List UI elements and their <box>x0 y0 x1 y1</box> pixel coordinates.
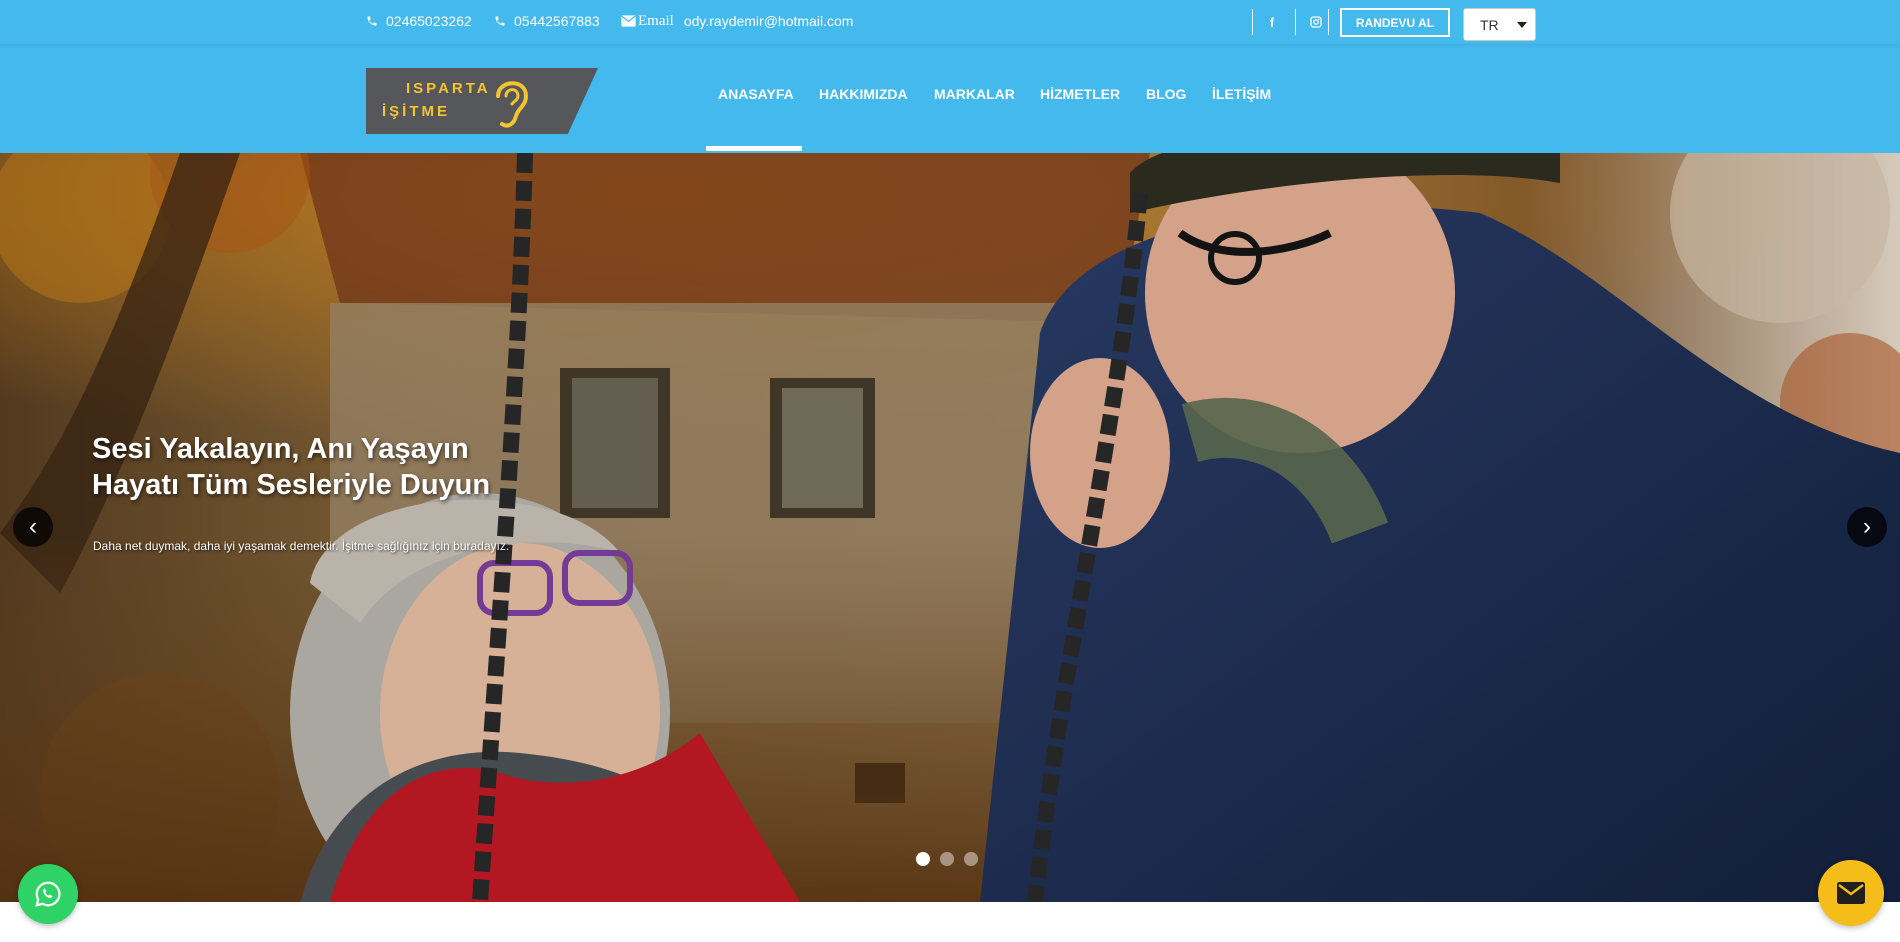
whatsapp-button[interactable] <box>18 864 78 924</box>
nav-blog[interactable]: BLOG <box>1146 86 1186 102</box>
email-address: ody.raydemir@hotmail.com <box>683 13 854 29</box>
instagram-glyph <box>1310 16 1322 28</box>
envelope-icon <box>621 15 636 27</box>
slider-prev-button[interactable]: ‹ <box>13 507 53 547</box>
main-header: ISPARTA İŞİTME ANASAYFA HAKKIMIZDA MARKA… <box>0 44 1900 153</box>
email-contact[interactable]: Email ody.raydemir@hotmail.com <box>621 0 853 42</box>
nav-iletisim[interactable]: İLETİŞİM <box>1212 86 1271 102</box>
phone-1[interactable]: 02465023262 <box>366 0 472 42</box>
site-logo[interactable]: ISPARTA İŞİTME <box>366 68 598 134</box>
phone-2[interactable]: 05442567883 <box>494 0 600 42</box>
slider-dot-1[interactable] <box>916 852 930 866</box>
appointment-button[interactable]: RANDEVU AL <box>1340 8 1450 37</box>
chevron-right-icon: › <box>1863 513 1871 540</box>
facebook-glyph: f <box>1269 14 1275 30</box>
logo-background <box>366 68 598 134</box>
nav-hizmetler[interactable]: HİZMETLER <box>1040 86 1120 102</box>
divider <box>1295 9 1296 35</box>
phone-icon <box>495 16 505 26</box>
nav-markalar[interactable]: MARKALAR <box>934 86 1015 102</box>
instagram-icon[interactable] <box>1306 12 1326 32</box>
language-value: TR <box>1480 16 1499 33</box>
active-nav-indicator <box>706 146 802 151</box>
slider-dot-2[interactable] <box>940 852 954 866</box>
slider-next-button[interactable]: › <box>1847 507 1887 547</box>
divider <box>1328 9 1329 35</box>
logo-text-line1: ISPARTA <box>406 80 491 97</box>
chevron-down-icon <box>1517 22 1527 28</box>
divider <box>1252 9 1253 35</box>
slider-dot-3[interactable] <box>964 852 978 866</box>
envelope-icon <box>1837 882 1865 904</box>
nav-hakkimizda[interactable]: HAKKIMIZDA <box>819 86 908 102</box>
hero-title-line2: Hayatı Tüm Sesleriyle Duyun <box>92 469 491 501</box>
hero-title-line1: Sesi Yakalayın, Anı Yaşayın <box>92 433 469 465</box>
top-bar: 02465023262 05442567883 Email ody.raydem… <box>0 0 1900 44</box>
whatsapp-icon <box>35 881 61 907</box>
phone-icon <box>367 16 377 26</box>
phone-2-text: 05442567883 <box>514 13 600 29</box>
hero-subtitle: Daha net duymak, daha iyi yaşamak demekt… <box>93 539 510 553</box>
ear-icon <box>496 81 529 128</box>
hero-photo <box>0 153 1900 902</box>
logo-text-line2: İŞİTME <box>382 103 451 120</box>
slider-pagination <box>916 852 978 866</box>
language-select[interactable]: TR <box>1463 8 1536 41</box>
hero-slider: Sesi Yakalayın, Anı Yaşayın Hayatı Tüm S… <box>0 153 1900 902</box>
hero-title: Sesi Yakalayın, Anı Yaşayın Hayatı Tüm S… <box>92 431 490 503</box>
nav-anasayfa[interactable]: ANASAYFA <box>718 86 794 102</box>
facebook-icon[interactable]: f <box>1262 12 1282 32</box>
contact-mail-button[interactable] <box>1818 860 1884 926</box>
email-label: Email <box>638 12 674 29</box>
chevron-left-icon: ‹ <box>29 513 37 540</box>
phone-1-text: 02465023262 <box>386 13 472 29</box>
